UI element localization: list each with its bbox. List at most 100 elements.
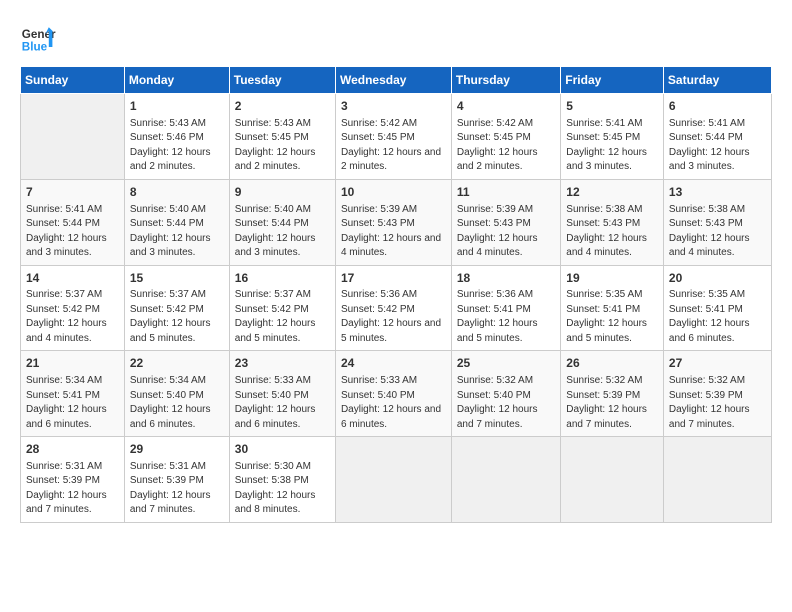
cell-info: Sunrise: 5:40 AMSunset: 5:44 PMDaylight:…	[130, 203, 224, 261]
calendar-cell: 10 Sunrise: 5:39 AMSunset: 5:43 PMDaylig…	[335, 179, 451, 265]
day-number: 13	[669, 184, 766, 201]
calendar-week-4: 21 Sunrise: 5:34 AMSunset: 5:41 PMDaylig…	[21, 351, 772, 437]
cell-info: Sunrise: 5:37 AMSunset: 5:42 PMDaylight:…	[130, 288, 224, 346]
calendar-cell: 23 Sunrise: 5:33 AMSunset: 5:40 PMDaylig…	[229, 351, 335, 437]
calendar-week-2: 7 Sunrise: 5:41 AMSunset: 5:44 PMDayligh…	[21, 179, 772, 265]
calendar-cell: 28 Sunrise: 5:31 AMSunset: 5:39 PMDaylig…	[21, 437, 125, 523]
calendar-cell: 22 Sunrise: 5:34 AMSunset: 5:40 PMDaylig…	[124, 351, 229, 437]
logo: General Blue	[20, 20, 56, 56]
calendar-week-1: 1 Sunrise: 5:43 AMSunset: 5:46 PMDayligh…	[21, 94, 772, 180]
day-number: 30	[235, 441, 330, 458]
day-number: 5	[566, 98, 658, 115]
calendar-cell: 4 Sunrise: 5:42 AMSunset: 5:45 PMDayligh…	[451, 94, 560, 180]
calendar-cell: 30 Sunrise: 5:30 AMSunset: 5:38 PMDaylig…	[229, 437, 335, 523]
cell-info: Sunrise: 5:31 AMSunset: 5:39 PMDaylight:…	[130, 460, 224, 518]
calendar-cell: 5 Sunrise: 5:41 AMSunset: 5:45 PMDayligh…	[561, 94, 664, 180]
calendar-cell: 2 Sunrise: 5:43 AMSunset: 5:45 PMDayligh…	[229, 94, 335, 180]
cell-info: Sunrise: 5:41 AMSunset: 5:44 PMDaylight:…	[26, 203, 119, 261]
calendar-cell	[663, 437, 771, 523]
calendar-cell: 1 Sunrise: 5:43 AMSunset: 5:46 PMDayligh…	[124, 94, 229, 180]
day-number: 10	[341, 184, 446, 201]
cell-info: Sunrise: 5:42 AMSunset: 5:45 PMDaylight:…	[341, 117, 446, 175]
cell-info: Sunrise: 5:41 AMSunset: 5:45 PMDaylight:…	[566, 117, 658, 175]
calendar-cell: 21 Sunrise: 5:34 AMSunset: 5:41 PMDaylig…	[21, 351, 125, 437]
calendar-cell: 29 Sunrise: 5:31 AMSunset: 5:39 PMDaylig…	[124, 437, 229, 523]
calendar-cell: 19 Sunrise: 5:35 AMSunset: 5:41 PMDaylig…	[561, 265, 664, 351]
cell-info: Sunrise: 5:41 AMSunset: 5:44 PMDaylight:…	[669, 117, 766, 175]
calendar-cell: 18 Sunrise: 5:36 AMSunset: 5:41 PMDaylig…	[451, 265, 560, 351]
calendar-cell: 24 Sunrise: 5:33 AMSunset: 5:40 PMDaylig…	[335, 351, 451, 437]
calendar-cell	[561, 437, 664, 523]
day-header-saturday: Saturday	[663, 67, 771, 94]
logo-icon: General Blue	[20, 20, 56, 56]
calendar-cell	[451, 437, 560, 523]
day-number: 27	[669, 355, 766, 372]
day-number: 26	[566, 355, 658, 372]
calendar-cell: 13 Sunrise: 5:38 AMSunset: 5:43 PMDaylig…	[663, 179, 771, 265]
cell-info: Sunrise: 5:30 AMSunset: 5:38 PMDaylight:…	[235, 460, 330, 518]
cell-info: Sunrise: 5:39 AMSunset: 5:43 PMDaylight:…	[341, 203, 446, 261]
cell-info: Sunrise: 5:32 AMSunset: 5:40 PMDaylight:…	[457, 374, 555, 432]
day-number: 1	[130, 98, 224, 115]
cell-info: Sunrise: 5:31 AMSunset: 5:39 PMDaylight:…	[26, 460, 119, 518]
calendar-cell: 11 Sunrise: 5:39 AMSunset: 5:43 PMDaylig…	[451, 179, 560, 265]
cell-info: Sunrise: 5:36 AMSunset: 5:41 PMDaylight:…	[457, 288, 555, 346]
day-header-thursday: Thursday	[451, 67, 560, 94]
day-number: 9	[235, 184, 330, 201]
calendar-cell: 8 Sunrise: 5:40 AMSunset: 5:44 PMDayligh…	[124, 179, 229, 265]
cell-info: Sunrise: 5:43 AMSunset: 5:45 PMDaylight:…	[235, 117, 330, 175]
cell-info: Sunrise: 5:32 AMSunset: 5:39 PMDaylight:…	[669, 374, 766, 432]
day-number: 11	[457, 184, 555, 201]
calendar-cell: 6 Sunrise: 5:41 AMSunset: 5:44 PMDayligh…	[663, 94, 771, 180]
calendar-cell: 27 Sunrise: 5:32 AMSunset: 5:39 PMDaylig…	[663, 351, 771, 437]
day-number: 12	[566, 184, 658, 201]
day-number: 3	[341, 98, 446, 115]
page-header: General Blue	[20, 20, 772, 56]
day-number: 14	[26, 270, 119, 287]
cell-info: Sunrise: 5:32 AMSunset: 5:39 PMDaylight:…	[566, 374, 658, 432]
calendar-cell: 16 Sunrise: 5:37 AMSunset: 5:42 PMDaylig…	[229, 265, 335, 351]
day-number: 25	[457, 355, 555, 372]
cell-info: Sunrise: 5:35 AMSunset: 5:41 PMDaylight:…	[669, 288, 766, 346]
day-number: 16	[235, 270, 330, 287]
cell-info: Sunrise: 5:34 AMSunset: 5:41 PMDaylight:…	[26, 374, 119, 432]
day-number: 24	[341, 355, 446, 372]
calendar-cell: 26 Sunrise: 5:32 AMSunset: 5:39 PMDaylig…	[561, 351, 664, 437]
calendar-cell: 7 Sunrise: 5:41 AMSunset: 5:44 PMDayligh…	[21, 179, 125, 265]
calendar-cell: 20 Sunrise: 5:35 AMSunset: 5:41 PMDaylig…	[663, 265, 771, 351]
cell-info: Sunrise: 5:37 AMSunset: 5:42 PMDaylight:…	[235, 288, 330, 346]
calendar-cell: 15 Sunrise: 5:37 AMSunset: 5:42 PMDaylig…	[124, 265, 229, 351]
day-number: 22	[130, 355, 224, 372]
day-number: 23	[235, 355, 330, 372]
day-header-wednesday: Wednesday	[335, 67, 451, 94]
cell-info: Sunrise: 5:42 AMSunset: 5:45 PMDaylight:…	[457, 117, 555, 175]
cell-info: Sunrise: 5:37 AMSunset: 5:42 PMDaylight:…	[26, 288, 119, 346]
svg-text:Blue: Blue	[22, 41, 48, 54]
cell-info: Sunrise: 5:38 AMSunset: 5:43 PMDaylight:…	[669, 203, 766, 261]
day-number: 28	[26, 441, 119, 458]
cell-info: Sunrise: 5:39 AMSunset: 5:43 PMDaylight:…	[457, 203, 555, 261]
cell-info: Sunrise: 5:35 AMSunset: 5:41 PMDaylight:…	[566, 288, 658, 346]
day-header-tuesday: Tuesday	[229, 67, 335, 94]
day-number: 17	[341, 270, 446, 287]
calendar-week-5: 28 Sunrise: 5:31 AMSunset: 5:39 PMDaylig…	[21, 437, 772, 523]
day-number: 29	[130, 441, 224, 458]
calendar-week-3: 14 Sunrise: 5:37 AMSunset: 5:42 PMDaylig…	[21, 265, 772, 351]
calendar-header-row: SundayMondayTuesdayWednesdayThursdayFrid…	[21, 67, 772, 94]
cell-info: Sunrise: 5:33 AMSunset: 5:40 PMDaylight:…	[341, 374, 446, 432]
day-number: 2	[235, 98, 330, 115]
cell-info: Sunrise: 5:40 AMSunset: 5:44 PMDaylight:…	[235, 203, 330, 261]
day-number: 15	[130, 270, 224, 287]
day-number: 19	[566, 270, 658, 287]
day-number: 21	[26, 355, 119, 372]
day-number: 4	[457, 98, 555, 115]
day-number: 20	[669, 270, 766, 287]
cell-info: Sunrise: 5:36 AMSunset: 5:42 PMDaylight:…	[341, 288, 446, 346]
day-number: 7	[26, 184, 119, 201]
calendar-cell: 17 Sunrise: 5:36 AMSunset: 5:42 PMDaylig…	[335, 265, 451, 351]
calendar-cell: 9 Sunrise: 5:40 AMSunset: 5:44 PMDayligh…	[229, 179, 335, 265]
day-header-sunday: Sunday	[21, 67, 125, 94]
calendar-table: SundayMondayTuesdayWednesdayThursdayFrid…	[20, 66, 772, 523]
day-number: 8	[130, 184, 224, 201]
cell-info: Sunrise: 5:33 AMSunset: 5:40 PMDaylight:…	[235, 374, 330, 432]
